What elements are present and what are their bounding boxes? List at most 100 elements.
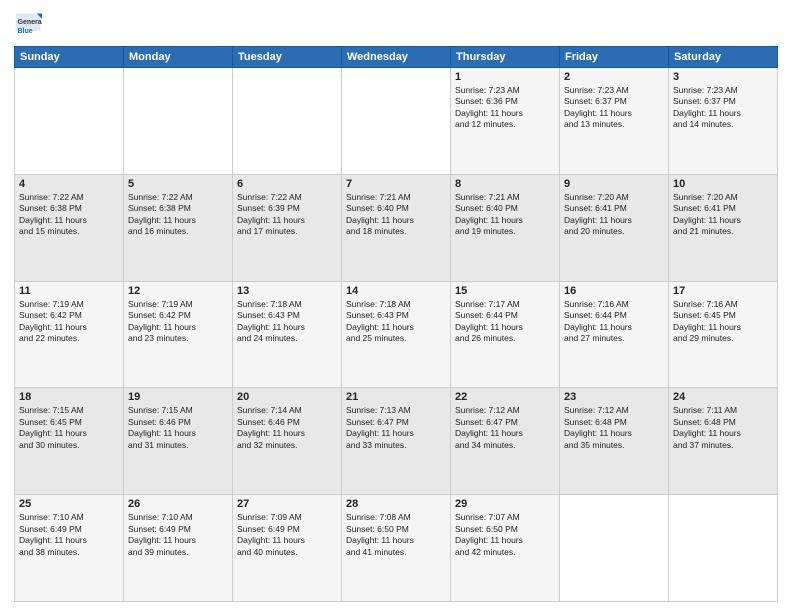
calendar-cell: 29 Sunrise: 7:07 AM Sunset: 6:50 PM Dayli… (451, 495, 560, 602)
calendar-cell (669, 495, 778, 602)
cell-content: Sunrise: 7:20 AM Sunset: 6:41 PM Dayligh… (564, 192, 664, 238)
calendar-cell (342, 68, 451, 175)
cell-content: Sunrise: 7:17 AM Sunset: 6:44 PM Dayligh… (455, 299, 555, 345)
calendar-cell (15, 68, 124, 175)
calendar-cell: 14 Sunrise: 7:18 AM Sunset: 6:43 PM Dayli… (342, 281, 451, 388)
calendar-cell: 1 Sunrise: 7:23 AM Sunset: 6:36 PM Daylig… (451, 68, 560, 175)
calendar-cell: 3 Sunrise: 7:23 AM Sunset: 6:37 PM Daylig… (669, 68, 778, 175)
calendar-cell: 28 Sunrise: 7:08 AM Sunset: 6:50 PM Dayli… (342, 495, 451, 602)
calendar-cell: 17Sunrise: 7:16 AM Sunset: 6:45 PM Dayli… (669, 281, 778, 388)
cell-content: Sunrise: 7:19 AM Sunset: 6:42 PM Dayligh… (128, 299, 228, 345)
header-cell-saturday: Saturday (669, 47, 778, 68)
day-number: 10 (673, 178, 773, 190)
calendar-table: SundayMondayTuesdayWednesdayThursdayFrid… (14, 46, 778, 602)
svg-text:Blue: Blue (18, 28, 33, 35)
calendar-cell: 23 Sunrise: 7:12 AM Sunset: 6:48 PM Dayli… (560, 388, 669, 495)
day-number: 5 (128, 178, 228, 190)
cell-content: Sunrise: 7:15 AM Sunset: 6:45 PM Dayligh… (19, 405, 119, 451)
calendar-cell: 19 Sunrise: 7:15 AM Sunset: 6:46 PM Dayli… (124, 388, 233, 495)
svg-text:General: General (18, 19, 43, 26)
cell-content: Sunrise: 7:18 AM Sunset: 6:43 PM Dayligh… (346, 299, 446, 345)
day-number: 22 (455, 391, 555, 403)
calendar-cell: 9 Sunrise: 7:20 AM Sunset: 6:41 PM Daylig… (560, 174, 669, 281)
calendar-cell: 16 Sunrise: 7:16 AM Sunset: 6:44 PM Dayli… (560, 281, 669, 388)
calendar-cell: 22Sunrise: 7:12 AM Sunset: 6:47 PM Dayli… (451, 388, 560, 495)
day-number: 24 (673, 391, 773, 403)
cell-content: Sunrise: 7:12 AM Sunset: 6:48 PM Dayligh… (564, 405, 664, 451)
calendar-cell: 13Sunrise: 7:18 AM Sunset: 6:43 PM Dayli… (233, 281, 342, 388)
calendar-cell: 20 Sunrise: 7:14 AM Sunset: 6:46 PM Dayli… (233, 388, 342, 495)
day-number: 9 (564, 178, 664, 190)
calendar-cell (233, 68, 342, 175)
day-number: 15 (455, 285, 555, 297)
week-row-2: 11 Sunrise: 7:19 AM Sunset: 6:42 PM Dayli… (15, 281, 778, 388)
week-row-3: 18 Sunrise: 7:15 AM Sunset: 6:45 PM Dayli… (15, 388, 778, 495)
cell-content: Sunrise: 7:07 AM Sunset: 6:50 PM Dayligh… (455, 512, 555, 558)
day-number: 14 (346, 285, 446, 297)
header-cell-friday: Friday (560, 47, 669, 68)
calendar-cell: 2 Sunrise: 7:23 AM Sunset: 6:37 PM Daylig… (560, 68, 669, 175)
cell-content: Sunrise: 7:21 AM Sunset: 6:40 PM Dayligh… (455, 192, 555, 238)
day-number: 27 (237, 498, 337, 510)
day-number: 23 (564, 391, 664, 403)
calendar-cell: 24 Sunrise: 7:11 AM Sunset: 6:48 PM Dayli… (669, 388, 778, 495)
cell-content: Sunrise: 7:22 AM Sunset: 6:38 PM Dayligh… (128, 192, 228, 238)
day-number: 28 (346, 498, 446, 510)
day-number: 29 (455, 498, 555, 510)
cell-content: Sunrise: 7:20 AM Sunset: 6:41 PM Dayligh… (673, 192, 773, 238)
header-cell-sunday: Sunday (15, 47, 124, 68)
cell-content: Sunrise: 7:10 AM Sunset: 6:49 PM Dayligh… (19, 512, 119, 558)
day-number: 6 (237, 178, 337, 190)
logo: General Blue (14, 10, 46, 38)
day-number: 18 (19, 391, 119, 403)
cell-content: Sunrise: 7:18 AM Sunset: 6:43 PM Dayligh… (237, 299, 337, 345)
calendar-body: 1 Sunrise: 7:23 AM Sunset: 6:36 PM Daylig… (15, 68, 778, 602)
week-row-4: 25Sunrise: 7:10 AM Sunset: 6:49 PM Dayli… (15, 495, 778, 602)
header-cell-wednesday: Wednesday (342, 47, 451, 68)
day-number: 2 (564, 71, 664, 83)
day-number: 20 (237, 391, 337, 403)
calendar-cell: 6Sunrise: 7:22 AM Sunset: 6:39 PM Daylig… (233, 174, 342, 281)
day-number: 7 (346, 178, 446, 190)
cell-content: Sunrise: 7:08 AM Sunset: 6:50 PM Dayligh… (346, 512, 446, 558)
logo-icon: General Blue (14, 10, 42, 38)
header-row: SundayMondayTuesdayWednesdayThursdayFrid… (15, 47, 778, 68)
day-number: 8 (455, 178, 555, 190)
day-number: 1 (455, 71, 555, 83)
header-cell-tuesday: Tuesday (233, 47, 342, 68)
week-row-0: 1 Sunrise: 7:23 AM Sunset: 6:36 PM Daylig… (15, 68, 778, 175)
header-cell-monday: Monday (124, 47, 233, 68)
calendar-cell (124, 68, 233, 175)
calendar-cell: 8 Sunrise: 7:21 AM Sunset: 6:40 PM Daylig… (451, 174, 560, 281)
calendar-cell: 26 Sunrise: 7:10 AM Sunset: 6:49 PM Dayli… (124, 495, 233, 602)
cell-content: Sunrise: 7:22 AM Sunset: 6:38 PM Dayligh… (19, 192, 119, 238)
day-number: 21 (346, 391, 446, 403)
day-number: 3 (673, 71, 773, 83)
day-number: 19 (128, 391, 228, 403)
cell-content: Sunrise: 7:23 AM Sunset: 6:36 PM Dayligh… (455, 85, 555, 131)
cell-content: Sunrise: 7:11 AM Sunset: 6:48 PM Dayligh… (673, 405, 773, 451)
day-number: 12 (128, 285, 228, 297)
cell-content: Sunrise: 7:10 AM Sunset: 6:49 PM Dayligh… (128, 512, 228, 558)
header-cell-thursday: Thursday (451, 47, 560, 68)
cell-content: Sunrise: 7:23 AM Sunset: 6:37 PM Dayligh… (673, 85, 773, 131)
page: General Blue SundayMondayTuesdayWednesda… (0, 0, 792, 612)
header: General Blue (14, 10, 778, 38)
calendar-cell: 27Sunrise: 7:09 AM Sunset: 6:49 PM Dayli… (233, 495, 342, 602)
calendar-header: SundayMondayTuesdayWednesdayThursdayFrid… (15, 47, 778, 68)
calendar-cell: 18 Sunrise: 7:15 AM Sunset: 6:45 PM Dayli… (15, 388, 124, 495)
cell-content: Sunrise: 7:13 AM Sunset: 6:47 PM Dayligh… (346, 405, 446, 451)
day-number: 11 (19, 285, 119, 297)
cell-content: Sunrise: 7:14 AM Sunset: 6:46 PM Dayligh… (237, 405, 337, 451)
day-number: 16 (564, 285, 664, 297)
cell-content: Sunrise: 7:15 AM Sunset: 6:46 PM Dayligh… (128, 405, 228, 451)
calendar-cell: 21 Sunrise: 7:13 AM Sunset: 6:47 PM Dayli… (342, 388, 451, 495)
cell-content: Sunrise: 7:19 AM Sunset: 6:42 PM Dayligh… (19, 299, 119, 345)
calendar-cell: 5 Sunrise: 7:22 AM Sunset: 6:38 PM Daylig… (124, 174, 233, 281)
day-number: 17 (673, 285, 773, 297)
cell-content: Sunrise: 7:23 AM Sunset: 6:37 PM Dayligh… (564, 85, 664, 131)
calendar-cell: 7Sunrise: 7:21 AM Sunset: 6:40 PM Daylig… (342, 174, 451, 281)
day-number: 26 (128, 498, 228, 510)
calendar-cell (560, 495, 669, 602)
cell-content: Sunrise: 7:16 AM Sunset: 6:44 PM Dayligh… (564, 299, 664, 345)
